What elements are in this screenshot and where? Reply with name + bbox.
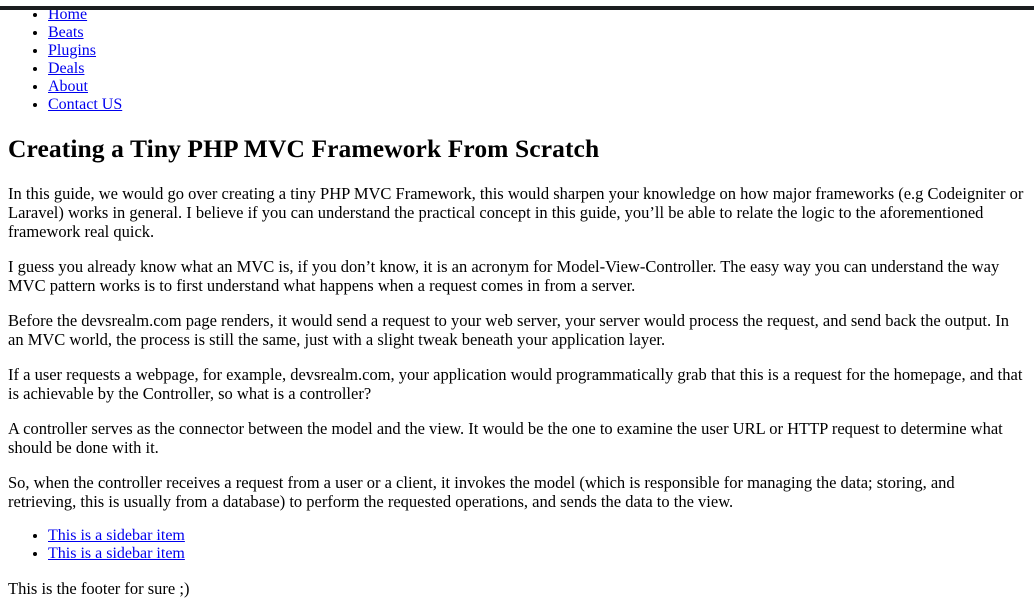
article-paragraph: In this guide, we would go over creating…	[8, 184, 1024, 242]
browser-chrome-edge	[0, 6, 1034, 10]
page-body: Home Beats Plugins Deals About Contact U…	[0, 6, 1034, 598]
article-paragraph: Before the devsrealm.com page renders, i…	[8, 311, 1009, 350]
primary-navigation: Home Beats Plugins Deals About Contact U…	[8, 6, 1026, 114]
sidebar: This is a sidebar item This is a sidebar…	[8, 527, 1026, 563]
nav-item-about[interactable]: About	[48, 78, 1026, 96]
nav-link-plugins[interactable]: Plugins	[48, 42, 96, 59]
article-paragraph: If a user requests a webpage, for exampl…	[8, 365, 1023, 404]
nav-link-contact-us[interactable]: Contact US	[48, 96, 122, 113]
nav-item-contact-us[interactable]: Contact US	[48, 96, 1026, 114]
main-content: Creating a Tiny PHP MVC Framework From S…	[8, 134, 1026, 512]
list-item[interactable]: This is a sidebar item	[48, 527, 1026, 545]
nav-item-beats[interactable]: Beats	[48, 24, 1026, 42]
nav-item-plugins[interactable]: Plugins	[48, 42, 1026, 60]
article-paragraph: A controller serves as the connector bet…	[8, 419, 1003, 458]
nav-list: Home Beats Plugins Deals About Contact U…	[8, 6, 1026, 114]
sidebar-list: This is a sidebar item This is a sidebar…	[8, 527, 1026, 563]
nav-item-deals[interactable]: Deals	[48, 60, 1026, 78]
nav-link-about[interactable]: About	[48, 78, 88, 95]
nav-link-beats[interactable]: Beats	[48, 24, 84, 41]
article-paragraph: I guess you already know what an MVC is,…	[8, 257, 1000, 296]
nav-link-deals[interactable]: Deals	[48, 60, 84, 77]
footer-text: This is the footer for sure ;)	[8, 579, 190, 598]
sidebar-link-item-1[interactable]: This is a sidebar item	[48, 527, 185, 544]
article-paragraph: So, when the controller receives a reque…	[8, 473, 955, 512]
page-footer: This is the footer for sure ;)	[8, 579, 1026, 598]
list-item[interactable]: This is a sidebar item	[48, 545, 1026, 563]
sidebar-link-item-2[interactable]: This is a sidebar item	[48, 545, 185, 562]
page-title: Creating a Tiny PHP MVC Framework From S…	[8, 134, 600, 163]
